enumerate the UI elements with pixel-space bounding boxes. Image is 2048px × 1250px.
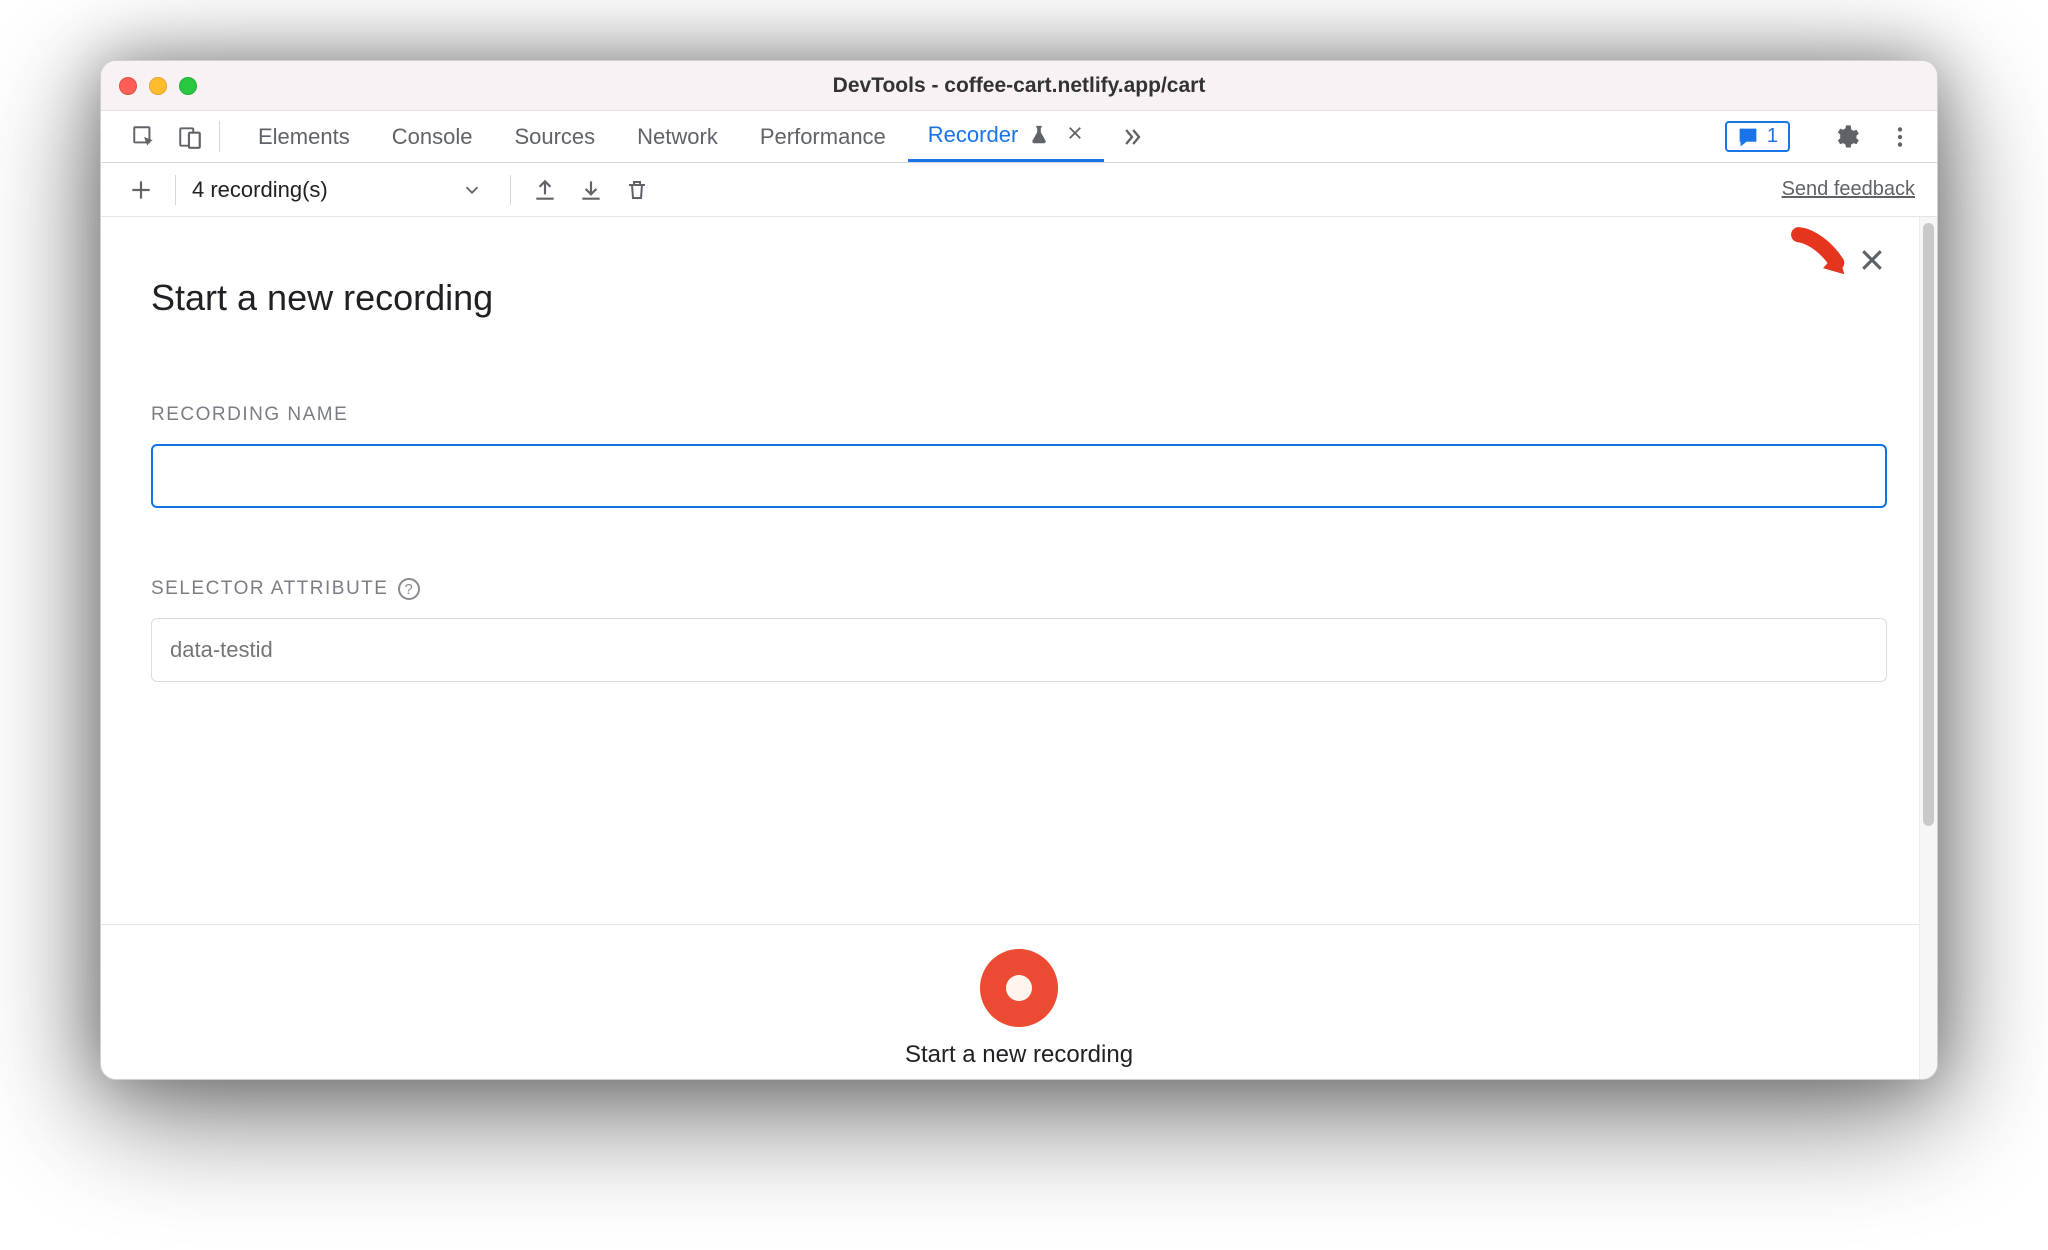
plus-icon xyxy=(128,177,154,203)
start-recording-button[interactable] xyxy=(980,949,1058,1027)
recording-name-label: RECORDING NAME xyxy=(151,404,1887,426)
selector-attribute-label: SELECTOR ATTRIBUTE ? xyxy=(151,578,1887,600)
upload-icon xyxy=(532,177,558,203)
recording-select-label: 4 recording(s) xyxy=(192,177,328,203)
tab-label: Console xyxy=(392,124,473,150)
record-icon xyxy=(1006,975,1032,1001)
more-vertical-icon xyxy=(1887,124,1913,150)
window-close-button[interactable] xyxy=(119,77,137,95)
new-recording-form: Start a new recording RECORDING NAME SEL… xyxy=(101,217,1937,924)
flask-icon xyxy=(1028,124,1050,146)
divider xyxy=(510,175,511,205)
tab-elements[interactable]: Elements xyxy=(238,111,370,162)
window-controls xyxy=(119,77,197,95)
close-icon xyxy=(1857,245,1887,275)
tab-label: Recorder xyxy=(928,122,1018,148)
start-recording-label: Start a new recording xyxy=(905,1041,1133,1069)
gear-icon xyxy=(1832,123,1860,151)
tab-recorder[interactable]: Recorder xyxy=(908,111,1104,162)
help-circle-icon[interactable]: ? xyxy=(398,578,420,600)
settings-button[interactable] xyxy=(1827,123,1865,151)
window-minimize-button[interactable] xyxy=(149,77,167,95)
import-button[interactable] xyxy=(573,172,609,208)
close-tab-icon[interactable] xyxy=(1066,122,1084,148)
recording-select[interactable]: 4 recording(s) xyxy=(192,177,494,203)
issues-badge[interactable]: 1 xyxy=(1725,121,1790,152)
export-button[interactable] xyxy=(527,172,563,208)
issues-count: 1 xyxy=(1767,125,1778,148)
inspect-icon[interactable] xyxy=(123,111,165,162)
window-title: DevTools - coffee-cart.netlify.app/cart xyxy=(101,74,1937,98)
close-panel-button[interactable] xyxy=(1857,245,1887,280)
scrollbar-thumb[interactable] xyxy=(1923,223,1934,826)
divider xyxy=(175,175,176,205)
chat-icon xyxy=(1737,126,1759,148)
selector-attribute-label-text: SELECTOR ATTRIBUTE xyxy=(151,578,388,600)
tab-label: Performance xyxy=(760,124,886,150)
vertical-scrollbar[interactable] xyxy=(1919,217,1937,1079)
divider xyxy=(219,121,220,152)
download-icon xyxy=(578,177,604,203)
recording-name-input[interactable] xyxy=(151,444,1887,508)
devtools-window: DevTools - coffee-cart.netlify.app/cart … xyxy=(100,60,1938,1080)
tab-list: Elements Console Sources Network Perform… xyxy=(238,111,1721,162)
page-title: Start a new recording xyxy=(151,277,1887,319)
chevron-down-icon xyxy=(458,179,486,201)
trash-icon xyxy=(625,178,649,202)
tab-performance[interactable]: Performance xyxy=(740,111,906,162)
main-menu-button[interactable] xyxy=(1881,124,1919,150)
titlebar: DevTools - coffee-cart.netlify.app/cart xyxy=(101,61,1937,111)
recorder-panel: Start a new recording RECORDING NAME SEL… xyxy=(101,217,1937,1079)
toolbar-right: 1 xyxy=(1725,111,1927,162)
selector-attribute-input[interactable] xyxy=(151,618,1887,682)
tab-label: Network xyxy=(637,124,718,150)
tab-network[interactable]: Network xyxy=(617,111,738,162)
tab-console[interactable]: Console xyxy=(372,111,493,162)
tab-label: Sources xyxy=(514,124,595,150)
selector-attribute-field: SELECTOR ATTRIBUTE ? xyxy=(151,578,1887,682)
tab-label: Elements xyxy=(258,124,350,150)
delete-button[interactable] xyxy=(619,172,655,208)
send-feedback-link[interactable]: Send feedback xyxy=(1782,178,1915,201)
recording-name-field: RECORDING NAME xyxy=(151,404,1887,508)
tabs-row: Elements Console Sources Network Perform… xyxy=(101,111,1937,163)
window-fullscreen-button[interactable] xyxy=(179,77,197,95)
device-toolbar-icon[interactable] xyxy=(169,111,211,162)
record-bar: Start a new recording xyxy=(101,924,1937,1079)
new-recording-button[interactable] xyxy=(123,172,159,208)
recorder-toolbar: 4 recording(s) Send feedback xyxy=(101,163,1937,217)
tab-sources[interactable]: Sources xyxy=(494,111,615,162)
overflow-tabs-button[interactable] xyxy=(1106,111,1158,162)
